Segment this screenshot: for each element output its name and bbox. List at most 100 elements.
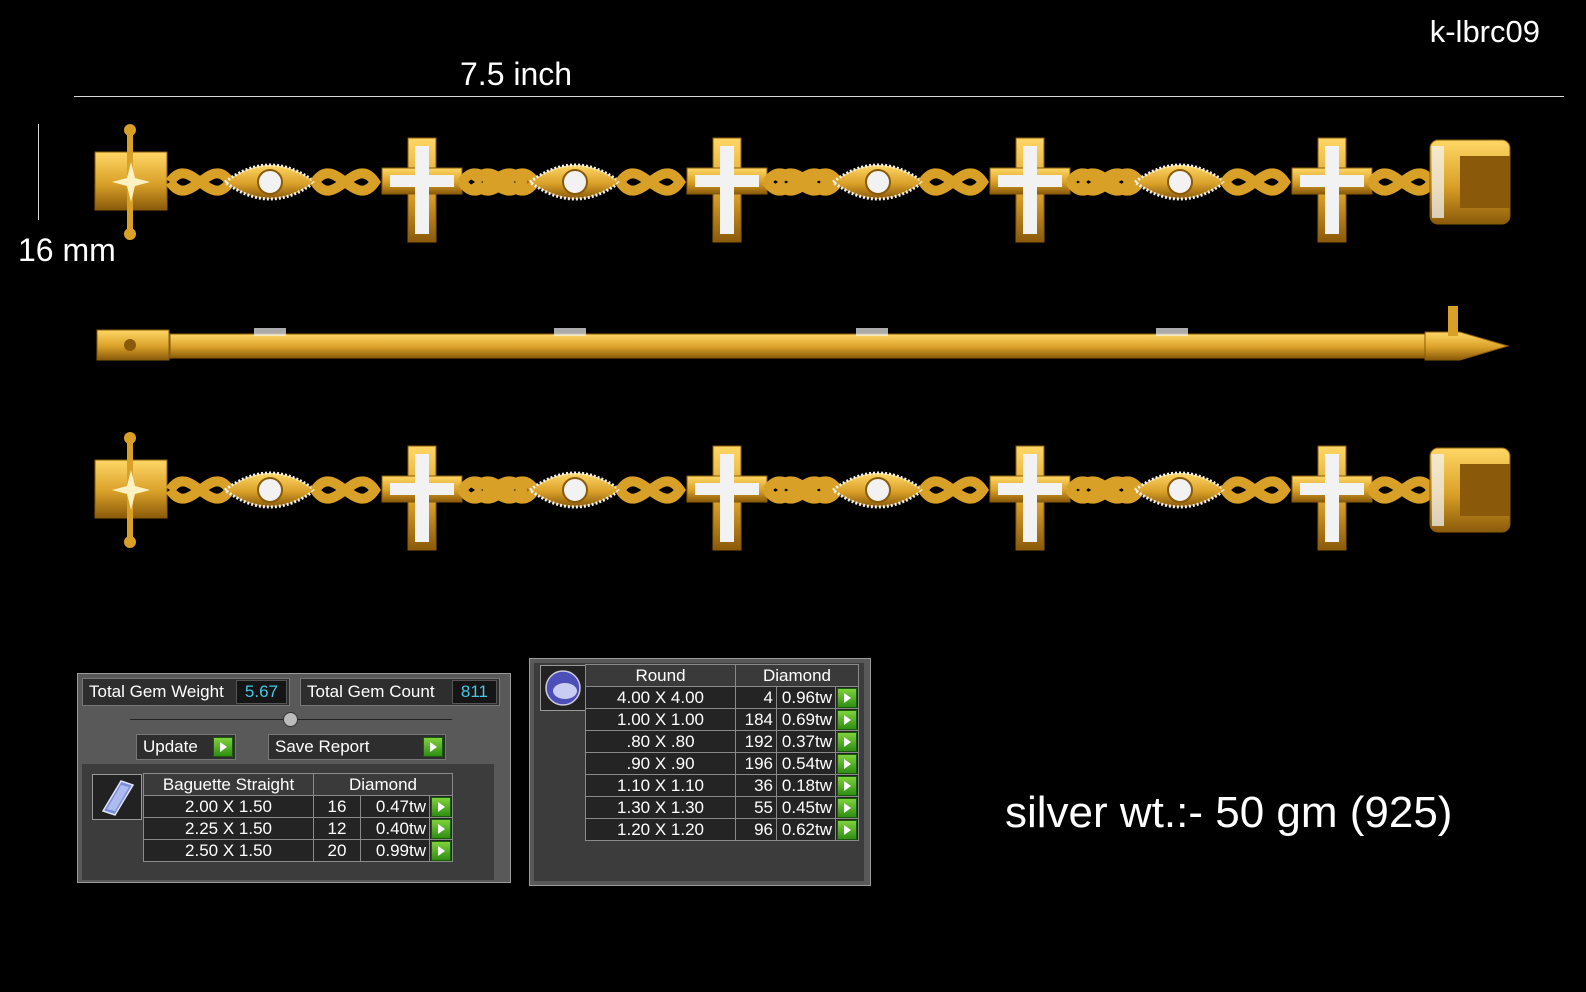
save-report-button[interactable]: Save Report	[268, 734, 446, 760]
row-go-button[interactable]	[835, 774, 859, 797]
table-row: 2.50 X 1.50 20 0.99tw	[143, 839, 453, 862]
baguette-gem-table: Baguette Straight Diamond 2.00 X 1.50 16…	[143, 773, 453, 862]
table-header-material: Diamond	[735, 664, 859, 687]
gem-weight: 0.99tw	[360, 839, 430, 862]
gem-count: 196	[735, 752, 777, 775]
play-arrow-icon	[837, 753, 857, 774]
round-diamond	[257, 169, 283, 195]
play-arrow-icon	[837, 775, 857, 796]
box-clasp-inner	[1460, 156, 1510, 208]
infinity-link	[1220, 168, 1292, 196]
play-arrow-icon	[431, 840, 451, 861]
row-go-button[interactable]	[835, 686, 859, 709]
product-code: k-lbrc09	[1429, 14, 1540, 49]
bracelet-side-view	[96, 306, 1510, 361]
clasp-pin-end	[124, 432, 136, 444]
gem-count: 96	[735, 818, 777, 841]
baguette-stones	[415, 454, 429, 542]
table-header-shape: Baguette Straight	[143, 773, 314, 796]
total-gem-weight-field: Total Gem Weight 5.67	[82, 678, 290, 706]
play-arrow-icon	[837, 797, 857, 818]
gem-size: 2.00 X 1.50	[143, 795, 314, 818]
infinity-link	[918, 168, 990, 196]
baguette-stones	[390, 483, 454, 495]
gem-count: 184	[735, 708, 777, 731]
infinity-link	[1367, 476, 1439, 504]
round-diamond	[562, 477, 588, 503]
gem-size: 2.25 X 1.50	[143, 817, 314, 840]
baguette-stones	[695, 175, 759, 187]
clasp-pin-end	[124, 536, 136, 548]
round-diamond	[865, 477, 891, 503]
update-button[interactable]: Update	[136, 734, 236, 760]
gem-weight: 0.54tw	[776, 752, 836, 775]
infinity-link	[918, 476, 990, 504]
baguette-stones	[695, 483, 759, 495]
infinity-link	[165, 168, 237, 196]
table-row: 1.10 X 1.10 36 0.18tw	[585, 774, 859, 797]
baguette-stones	[720, 146, 734, 234]
table-row: .90 X .90 196 0.54tw	[585, 752, 859, 775]
row-go-button[interactable]	[835, 708, 859, 731]
baguette-stones	[1300, 175, 1364, 187]
row-go-button[interactable]	[835, 730, 859, 753]
gem-size: 4.00 X 4.00	[585, 686, 736, 709]
stone-top	[1156, 328, 1188, 336]
infinity-link	[615, 476, 687, 504]
round-diamond	[562, 169, 588, 195]
row-go-button[interactable]	[429, 839, 453, 862]
total-gem-weight-label: Total Gem Weight	[89, 682, 224, 701]
gem-count: 16	[313, 795, 361, 818]
baguette-stones	[1325, 454, 1339, 542]
infinity-link	[615, 168, 687, 196]
gem-weight: 0.37tw	[776, 730, 836, 753]
baguette-stones	[390, 175, 454, 187]
round-diamond	[865, 169, 891, 195]
width-label: 7.5 inch	[460, 56, 573, 92]
round-diamond	[1167, 169, 1193, 195]
baguette-stones	[415, 146, 429, 234]
gem-weight: 0.69tw	[776, 708, 836, 731]
baguette-gem-icon	[92, 774, 142, 820]
baguette-stones	[1023, 146, 1037, 234]
play-arrow-icon	[431, 818, 451, 839]
infinity-link	[1220, 476, 1292, 504]
row-go-button[interactable]	[835, 752, 859, 775]
table-row: 2.25 X 1.50 12 0.40tw	[143, 817, 453, 840]
clasp-pin-end	[124, 339, 136, 351]
clasp-stones	[1432, 454, 1444, 526]
box-clasp-inner	[1460, 464, 1510, 516]
stone-top	[856, 328, 888, 336]
gem-summary-panel: Total Gem Weight 5.67 Total Gem Count 81…	[77, 673, 511, 883]
gem-count: 20	[313, 839, 361, 862]
row-go-button[interactable]	[835, 796, 859, 819]
slider-handle[interactable]	[283, 712, 298, 727]
row-go-button[interactable]	[835, 818, 859, 841]
gem-weight: 0.45tw	[776, 796, 836, 819]
row-go-button[interactable]	[429, 817, 453, 840]
gem-count: 12	[313, 817, 361, 840]
gem-count: 192	[735, 730, 777, 753]
stone-top	[554, 328, 586, 336]
total-gem-count-value: 811	[451, 680, 497, 704]
bracelet-top-view	[94, 124, 1511, 243]
bracelet-perspective-view	[94, 432, 1511, 551]
gem-size: 1.30 X 1.30	[585, 796, 736, 819]
round-gem-icon	[540, 665, 586, 711]
width-measure-line	[74, 96, 1564, 97]
play-arrow-icon	[213, 737, 233, 757]
play-arrow-icon	[837, 731, 857, 752]
silver-weight-label: silver wt.:- 50 gm (925)	[1005, 788, 1453, 837]
baguette-stones	[1325, 146, 1339, 234]
gem-weight: 0.40tw	[360, 817, 430, 840]
table-row: .80 X .80 192 0.37tw	[585, 730, 859, 753]
gem-weight: 0.62tw	[776, 818, 836, 841]
gem-size: .80 X .80	[585, 730, 736, 753]
baguette-stones	[998, 483, 1062, 495]
table-header-material: Diamond	[313, 773, 453, 796]
baguette-stones	[720, 454, 734, 542]
baguette-stones	[998, 175, 1062, 187]
row-go-button[interactable]	[429, 795, 453, 818]
gem-weight: 0.96tw	[776, 686, 836, 709]
play-arrow-icon	[837, 709, 857, 730]
